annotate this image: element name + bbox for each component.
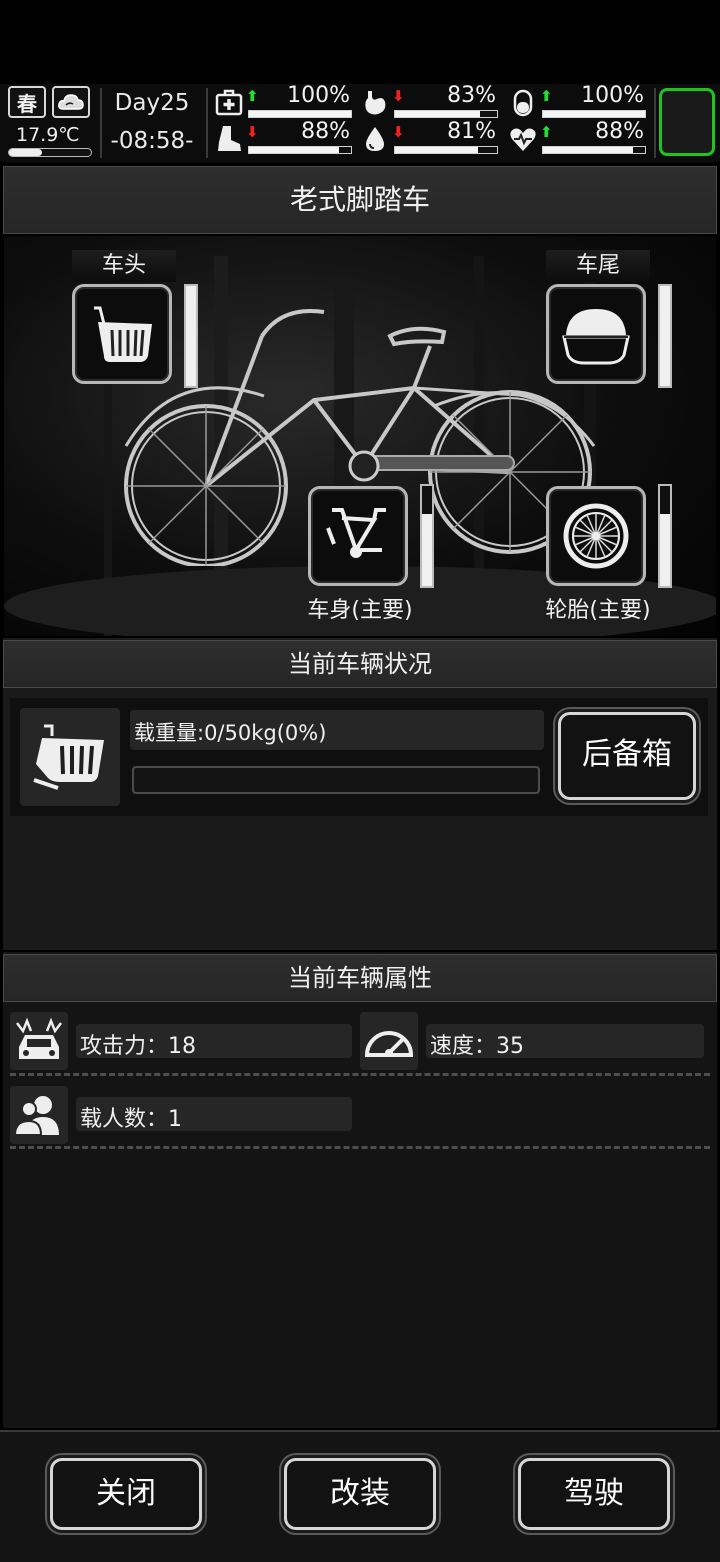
boot-icon xyxy=(214,124,244,154)
heart-icon xyxy=(508,124,538,154)
pill-icon xyxy=(508,88,538,118)
attack-text: 攻击力：18 xyxy=(80,1034,196,1059)
speed-text: 速度：35 xyxy=(430,1034,524,1059)
slot-rear-label: 车尾 xyxy=(546,250,650,282)
load-text-box: 载重量:0/50kg(0%) xyxy=(130,710,544,750)
passenger-text: 载人数：1 xyxy=(80,1107,182,1132)
slot-body-label: 车身(主要) xyxy=(307,598,413,623)
slot-rear[interactable] xyxy=(546,284,646,384)
slot-front-gauge xyxy=(184,284,198,388)
health-bar xyxy=(248,110,352,118)
people-icon xyxy=(10,1086,68,1144)
slot-front-label: 车头 xyxy=(72,250,176,282)
stomach-icon xyxy=(360,88,390,118)
wheel-icon xyxy=(563,503,629,569)
hunger-value: 83% xyxy=(447,83,496,108)
attributes-header-text: 当前车辆属性 xyxy=(288,964,432,992)
divider xyxy=(10,1073,710,1076)
health-value: 100% xyxy=(287,83,350,108)
trunk-button[interactable]: 后备箱 xyxy=(558,712,696,800)
bike-frame-icon xyxy=(326,508,386,558)
slot-rear-gauge xyxy=(658,284,672,388)
clock: -08:58- xyxy=(110,128,194,154)
slot-body[interactable] xyxy=(308,486,408,586)
thirst-bar xyxy=(394,146,498,154)
attack-row: 攻击力：18 xyxy=(76,1024,352,1059)
vehicle-title-bar: 老式脚踏车 xyxy=(3,166,717,234)
water-drop-icon xyxy=(360,124,390,154)
load-bar xyxy=(132,766,540,794)
day-counter: Day25 xyxy=(114,90,190,116)
bike-scene: 车头 车尾 车身(主要) 轮胎(主要) xyxy=(4,236,716,636)
rear-box-icon xyxy=(562,309,630,365)
slot-tire-gauge xyxy=(658,484,672,588)
divider xyxy=(10,1146,710,1149)
modify-button[interactable]: 改装 xyxy=(284,1458,436,1530)
status-bar: 春 17.9℃ Day25 -08:58- ⬆ 100% ⬇ 83% ⬆ 100% ⬇ 88%… xyxy=(0,84,720,162)
mood-value: 88% xyxy=(595,119,644,144)
temperature-text: 17.9℃ xyxy=(16,124,80,146)
thirst-value: 81% xyxy=(447,119,496,144)
vehicle-title: 老式脚踏车 xyxy=(289,183,430,216)
crash-car-icon xyxy=(10,1012,68,1070)
close-button[interactable]: 关闭 xyxy=(50,1458,202,1530)
basket-icon xyxy=(94,306,152,362)
attributes-header: 当前车辆属性 xyxy=(3,954,717,1002)
condition-header-text: 当前车辆状况 xyxy=(288,650,432,678)
condition-header: 当前车辆状况 xyxy=(3,640,717,688)
slot-tire[interactable] xyxy=(546,486,646,586)
speed-row: 速度：35 xyxy=(426,1024,704,1059)
load-text: 载重量:0/50kg(0%) xyxy=(134,721,327,745)
speedometer-icon xyxy=(360,1012,418,1070)
quick-slot[interactable] xyxy=(659,88,715,156)
cloud-icon xyxy=(52,86,90,118)
slot-front[interactable] xyxy=(72,284,172,384)
temperature-bar xyxy=(8,148,92,157)
season-label: 春 xyxy=(17,91,37,116)
basket-icon xyxy=(20,708,120,806)
season-badge: 春 xyxy=(8,86,46,118)
energy-bar xyxy=(542,110,646,118)
slot-body-gauge xyxy=(420,484,434,588)
hunger-bar xyxy=(394,110,498,118)
energy-value: 100% xyxy=(581,83,644,108)
mood-bar xyxy=(542,146,646,154)
drive-button[interactable]: 驾驶 xyxy=(518,1458,670,1530)
medkit-icon xyxy=(214,88,244,118)
stamina-value: 88% xyxy=(301,119,350,144)
passenger-row: 载人数：1 xyxy=(76,1097,352,1132)
slot-tire-label: 轮胎(主要) xyxy=(545,598,651,623)
stamina-bar xyxy=(248,146,352,154)
